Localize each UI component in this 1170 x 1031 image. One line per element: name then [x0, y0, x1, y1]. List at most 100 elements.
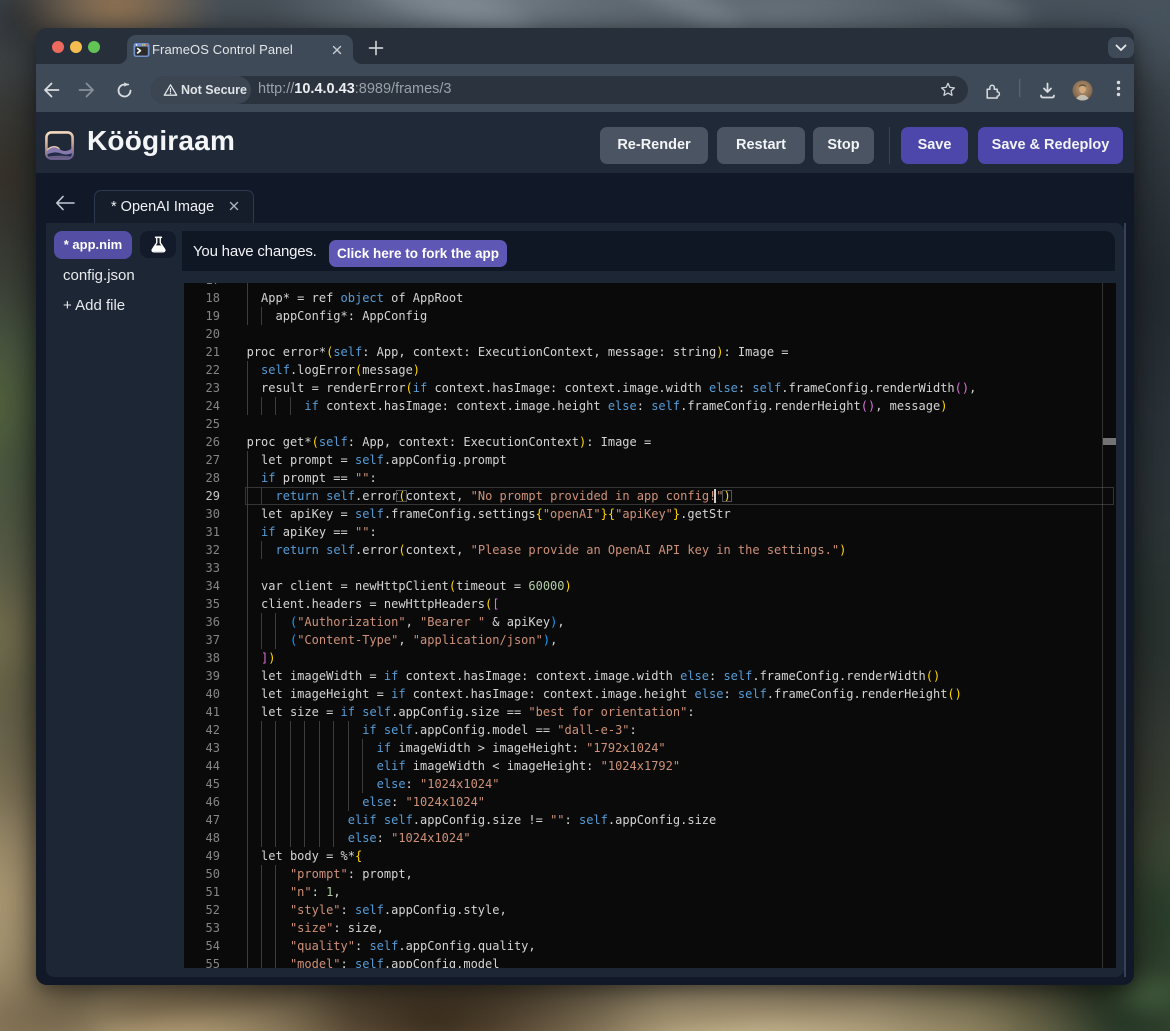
code-line-38[interactable]: 38 ]): [184, 649, 1116, 667]
save-redeploy-button[interactable]: Save & Redeploy: [978, 127, 1123, 164]
code-line-23[interactable]: 23 result = renderError(if context.hasIm…: [184, 379, 1116, 397]
line-number: 42: [184, 721, 220, 739]
line-number: 21: [184, 343, 220, 361]
bookmark-star-icon[interactable]: [940, 82, 956, 97]
line-number: 20: [184, 325, 220, 343]
code-line-42[interactable]: 42 if self.appConfig.model == "dall-e-3"…: [184, 721, 1116, 739]
code-line-49[interactable]: 49 let body = %*{: [184, 847, 1116, 865]
browser-tab-title: FrameOS Control Panel: [152, 42, 293, 57]
code-line-22[interactable]: 22 self.logError(message): [184, 361, 1116, 379]
indent-guide: [247, 559, 248, 577]
browser-tab[interactable]: FrameOS Control Panel: [127, 35, 353, 64]
line-number: 37: [184, 631, 220, 649]
file-tab-close-icon[interactable]: [227, 199, 243, 215]
tab-overflow-chevron-button[interactable]: [1108, 37, 1134, 58]
line-number: 45: [184, 775, 220, 793]
security-chip[interactable]: Not Secure: [151, 76, 251, 104]
extensions-icon[interactable]: [984, 82, 1001, 99]
test-flask-button[interactable]: [140, 231, 176, 258]
download-icon[interactable]: [1039, 82, 1056, 99]
code-line-48[interactable]: 48 else: "1024x1024": [184, 829, 1116, 847]
line-number: 30: [184, 505, 220, 523]
code-line-26[interactable]: 26proc get*(self: App, context: Executio…: [184, 433, 1116, 451]
code-line-36[interactable]: 36 ("Authorization", "Bearer " & apiKey)…: [184, 613, 1116, 631]
code-text: if imageWidth > imageHeight: "1792x1024": [247, 739, 666, 757]
line-number: 49: [184, 847, 220, 865]
avatar[interactable]: [1072, 80, 1093, 101]
code-line-27[interactable]: 27 let prompt = self.appConfig.prompt: [184, 451, 1116, 469]
code-line-41[interactable]: 41 let size = if self.appConfig.size == …: [184, 703, 1116, 721]
url-text: http://10.4.0.43:8989/frames/3: [258, 81, 452, 97]
code-line-20[interactable]: 20: [184, 325, 1116, 343]
code-line-44[interactable]: 44 elif imageWidth < imageHeight: "1024x…: [184, 757, 1116, 775]
code-line-35[interactable]: 35 client.headers = newHttpHeaders([: [184, 595, 1116, 613]
back-arrow-button[interactable]: [55, 195, 75, 211]
line-number: 50: [184, 865, 220, 883]
back-icon[interactable]: [43, 82, 60, 98]
line-number: 39: [184, 667, 220, 685]
sidebar-file-app-nim[interactable]: * app.nim: [54, 231, 132, 259]
code-text: ("Authorization", "Bearer " & apiKey),: [247, 613, 565, 631]
code-line-51[interactable]: 51 "n": 1,: [184, 883, 1116, 901]
code-text: proc get*(self: App, context: ExecutionC…: [247, 433, 652, 451]
file-tab-openai-image[interactable]: * OpenAI Image: [94, 190, 254, 223]
code-line-32[interactable]: 32 return self.error(context, "Please pr…: [184, 541, 1116, 559]
window-minimize-button[interactable]: [70, 41, 82, 53]
code-line-30[interactable]: 30 let apiKey = self.frameConfig.setting…: [184, 505, 1116, 523]
line-number: 54: [184, 937, 220, 955]
app-title: Köögiraam: [87, 125, 235, 157]
code-line-18[interactable]: 18 App* = ref object of AppRoot: [184, 289, 1116, 307]
new-tab-button[interactable]: [366, 38, 386, 58]
re-render-button[interactable]: Re-Render: [600, 127, 708, 164]
frameos-favicon: [133, 42, 150, 58]
code-line-19[interactable]: 19 appConfig*: AppConfig: [184, 307, 1116, 325]
stop-button[interactable]: Stop: [813, 127, 874, 164]
save-button[interactable]: Save: [901, 127, 968, 164]
code-text: return self.error(context, "Please provi…: [247, 541, 847, 559]
code-line-24[interactable]: 24 if context.hasImage: context.image.he…: [184, 397, 1116, 415]
code-text: if apiKey == "":: [247, 523, 377, 541]
code-line-21[interactable]: 21proc error*(self: App, context: Execut…: [184, 343, 1116, 361]
address-bar[interactable]: Not Secure http://10.4.0.43:8989/frames/…: [151, 76, 968, 104]
code-line-55[interactable]: 55 "model": self.appConfig.model: [184, 955, 1116, 968]
code-line-29[interactable]: 29 return self.error(context, "No prompt…: [184, 487, 1116, 505]
code-text: client.headers = newHttpHeaders([: [247, 595, 500, 613]
code-line-45[interactable]: 45 else: "1024x1024": [184, 775, 1116, 793]
code-line-52[interactable]: 52 "style": self.appConfig.style,: [184, 901, 1116, 919]
line-number: 55: [184, 955, 220, 968]
reload-icon[interactable]: [116, 82, 133, 99]
code-line-34[interactable]: 34 var client = newHttpClient(timeout = …: [184, 577, 1116, 595]
line-number: 44: [184, 757, 220, 775]
code-line-43[interactable]: 43 if imageWidth > imageHeight: "1792x10…: [184, 739, 1116, 757]
code-line-39[interactable]: 39 let imageWidth = if context.hasImage:…: [184, 667, 1116, 685]
code-text: let imageWidth = if context.hasImage: co…: [247, 667, 941, 685]
fork-app-button[interactable]: Click here to fork the app: [329, 240, 507, 267]
browser-menu-icon[interactable]: [1116, 80, 1121, 97]
code-line-53[interactable]: 53 "size": size,: [184, 919, 1116, 937]
code-line-50[interactable]: 50 "prompt": prompt,: [184, 865, 1116, 883]
sidebar-file-config-json[interactable]: config.json: [63, 267, 135, 284]
browser-window: FrameOS Control Panel Not Secure http://…: [36, 28, 1134, 985]
window-maximize-button[interactable]: [88, 41, 100, 53]
tab-close-icon[interactable]: [329, 42, 345, 58]
code-line-54[interactable]: 54 "quality": self.appConfig.quality,: [184, 937, 1116, 955]
code-text: self.logError(message): [247, 361, 420, 379]
restart-button[interactable]: Restart: [717, 127, 805, 164]
forward-icon[interactable]: [78, 82, 95, 98]
code-text: ("Content-Type", "application/json"),: [247, 631, 558, 649]
code-line-25[interactable]: 25: [184, 415, 1116, 433]
window-close-button[interactable]: [52, 41, 64, 53]
code-line-33[interactable]: 33: [184, 559, 1116, 577]
code-line-40[interactable]: 40 let imageHeight = if context.hasImage…: [184, 685, 1116, 703]
flask-icon: [148, 234, 169, 255]
code-text: let imageHeight = if context.hasImage: c…: [247, 685, 962, 703]
code-line-37[interactable]: 37 ("Content-Type", "application/json"),: [184, 631, 1116, 649]
code-editor[interactable]: 1718 App* = ref object of AppRoot19 appC…: [184, 283, 1116, 968]
code-line-47[interactable]: 47 elif self.appConfig.size != "": self.…: [184, 811, 1116, 829]
code-line-46[interactable]: 46 else: "1024x1024": [184, 793, 1116, 811]
code-line-28[interactable]: 28 if prompt == "":: [184, 469, 1116, 487]
code-text: App* = ref object of AppRoot: [247, 289, 464, 307]
code-line-31[interactable]: 31 if apiKey == "":: [184, 523, 1116, 541]
add-file-button[interactable]: + Add file: [63, 297, 125, 314]
overview-ruler-cursor-marker: [1103, 438, 1116, 445]
